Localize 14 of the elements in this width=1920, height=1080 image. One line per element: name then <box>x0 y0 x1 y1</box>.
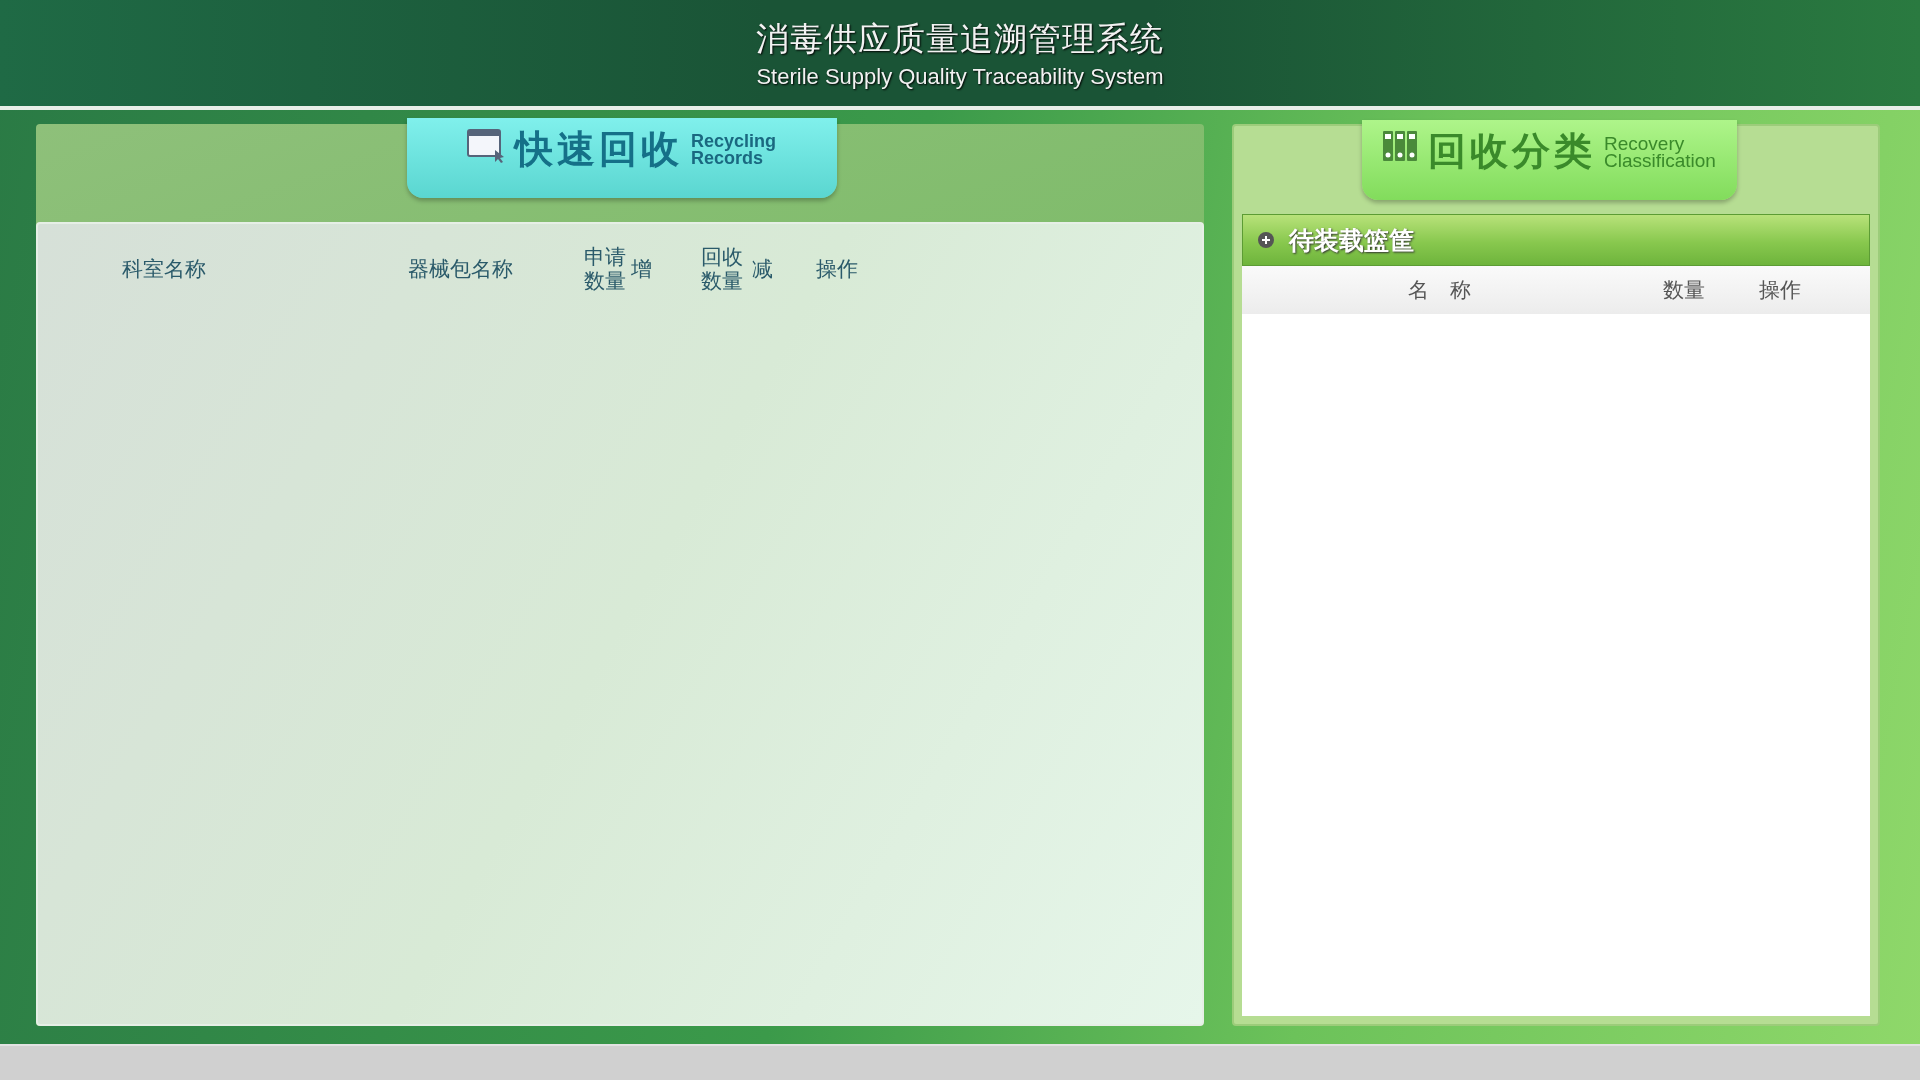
basket-group-header[interactable]: 待装载篮筐 <box>1242 214 1870 266</box>
column-header: 名 称 <box>1408 277 1472 304</box>
system-title: 消毒供应质量追溯管理系统 <box>756 17 1164 60</box>
column-header: 器械包名称 <box>408 256 514 283</box>
column-header: 操作 <box>1759 277 1802 304</box>
column-header: 操作 <box>816 256 859 283</box>
column-header: 申请数量 <box>584 245 626 293</box>
column-header: 科室名称 <box>122 256 207 283</box>
system-subtitle: Sterile Supply Quality Traceability System <box>756 63 1164 90</box>
column-header: 回收数量 <box>701 245 743 293</box>
column-header: 减 <box>752 256 774 283</box>
column-header: 数量 <box>1663 277 1706 304</box>
column-header: 增 <box>631 256 653 283</box>
binders-icon <box>1382 130 1420 162</box>
